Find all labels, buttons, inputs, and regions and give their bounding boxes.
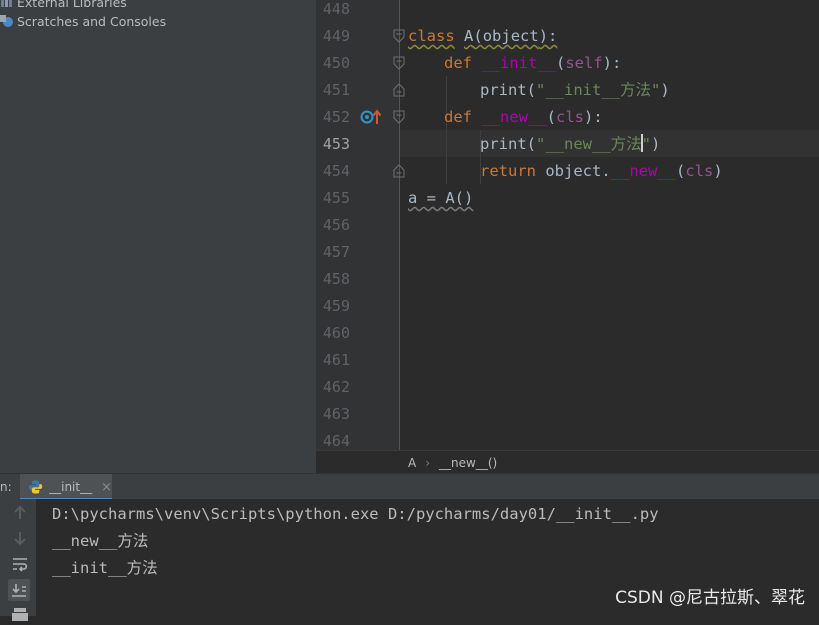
punct: (	[556, 54, 566, 72]
override-method-icon[interactable]	[360, 108, 384, 126]
class-name: A	[464, 27, 474, 45]
watermark: CSDN @尼古拉斯、翠花	[615, 588, 805, 608]
run-toolbar	[0, 499, 36, 621]
code-line-451[interactable]: print("__init__方法")	[480, 77, 670, 104]
breadcrumb: A › __new__()	[316, 450, 819, 474]
project-tool-window: External Libraries Scratches and Console…	[0, 0, 316, 473]
tree-item-scratches[interactable]: Scratches and Consoles	[0, 11, 166, 31]
method-name: __new__	[481, 108, 547, 126]
fold-marker-icon[interactable]	[393, 56, 405, 70]
library-icon	[1, 0, 12, 7]
code-line-453[interactable]: print("__new__方法")	[480, 131, 660, 158]
console-line-output: __init__方法	[52, 559, 158, 577]
line-number: 449	[322, 27, 350, 45]
scroll-to-end-icon	[12, 584, 26, 597]
string-literal: "__init__方法"	[536, 81, 661, 99]
close-icon[interactable]: ×	[101, 480, 112, 495]
code-editor[interactable]: 448 449 450 451 452 453 454 455 456 457 …	[316, 0, 819, 450]
line-number: 454	[322, 162, 350, 180]
line-number: 457	[322, 243, 350, 261]
param: cls	[556, 108, 585, 126]
console-line-output: __new__方法	[52, 532, 149, 550]
keyword: def	[444, 54, 472, 72]
code-line-455[interactable]: a = A()	[408, 185, 473, 212]
line-number: 461	[322, 351, 350, 369]
punct: )	[713, 162, 723, 180]
tree-item-label: Scratches and Consoles	[17, 13, 167, 29]
param: self	[565, 54, 603, 72]
line-number: 464	[322, 432, 350, 450]
tree-item-label: External Libraries	[17, 0, 127, 10]
keyword: return	[480, 162, 536, 180]
line-number: 455	[322, 189, 350, 207]
builtin-call: print	[480, 135, 527, 153]
code-line-449[interactable]: class A(object):	[408, 23, 557, 50]
punct: ):	[584, 108, 603, 126]
line-number: 448	[322, 0, 350, 18]
line-number: 458	[322, 270, 350, 288]
fold-marker-icon[interactable]	[393, 110, 405, 124]
punct: (	[526, 81, 537, 99]
down-arrow-icon[interactable]	[9, 528, 31, 548]
line-number: 451	[322, 81, 350, 99]
run-tab-label: __init__	[49, 480, 93, 494]
code-line-454[interactable]: return object.__new__(cls)	[480, 158, 723, 185]
punct: )	[651, 135, 661, 153]
method-name: __new__	[610, 162, 676, 180]
line-number: 452	[322, 108, 350, 126]
keyword: class	[408, 27, 455, 45]
method-name: __init__	[481, 54, 556, 72]
run-tool-window-header: n: __init__ ×	[0, 473, 819, 500]
run-label: n:	[0, 480, 12, 494]
fold-end-icon[interactable]	[393, 164, 405, 178]
scroll-to-end-button[interactable]	[8, 579, 30, 601]
punct: (	[546, 108, 557, 126]
builtin-call: print	[480, 81, 527, 99]
keyword: def	[444, 108, 472, 126]
python-icon	[28, 480, 43, 494]
line-number: 462	[322, 378, 350, 396]
line-number: 456	[322, 216, 350, 234]
base-class: object	[482, 27, 539, 45]
fold-end-icon[interactable]	[393, 83, 405, 97]
line-number: 450	[322, 54, 350, 72]
line-number-current: 453	[322, 135, 350, 153]
breadcrumb-item-class[interactable]: A	[408, 456, 416, 470]
punct: )	[660, 81, 670, 99]
line-number: 463	[322, 405, 350, 423]
up-arrow-icon[interactable]	[9, 503, 31, 523]
run-tab[interactable]: __init__ ×	[20, 474, 112, 500]
line-number: 460	[322, 324, 350, 342]
breadcrumb-separator: ›	[425, 455, 431, 470]
string-literal: "__new__方法	[536, 135, 642, 153]
fold-marker-icon[interactable]	[393, 29, 405, 43]
breadcrumb-item-method[interactable]: __new__()	[439, 456, 497, 470]
punct: ):	[538, 27, 558, 45]
code-line-450[interactable]: def __init__(self):	[444, 50, 621, 77]
string-literal-end: "	[641, 135, 652, 153]
punct: ):	[602, 54, 622, 72]
scratches-icon	[0, 15, 13, 27]
punct: (	[526, 135, 537, 153]
code-line-452[interactable]: def __new__(cls):	[444, 104, 603, 131]
console-line-command: D:\pycharms\venv\Scripts\python.exe D:/p…	[52, 505, 659, 523]
punct: (	[676, 162, 686, 180]
punct: (	[473, 27, 483, 45]
print-icon[interactable]	[9, 605, 31, 625]
object-ref: object.	[545, 162, 611, 180]
soft-wrap-icon[interactable]	[9, 554, 31, 574]
statement: a = A()	[408, 189, 474, 207]
param: cls	[685, 162, 714, 180]
line-number: 459	[322, 297, 350, 315]
